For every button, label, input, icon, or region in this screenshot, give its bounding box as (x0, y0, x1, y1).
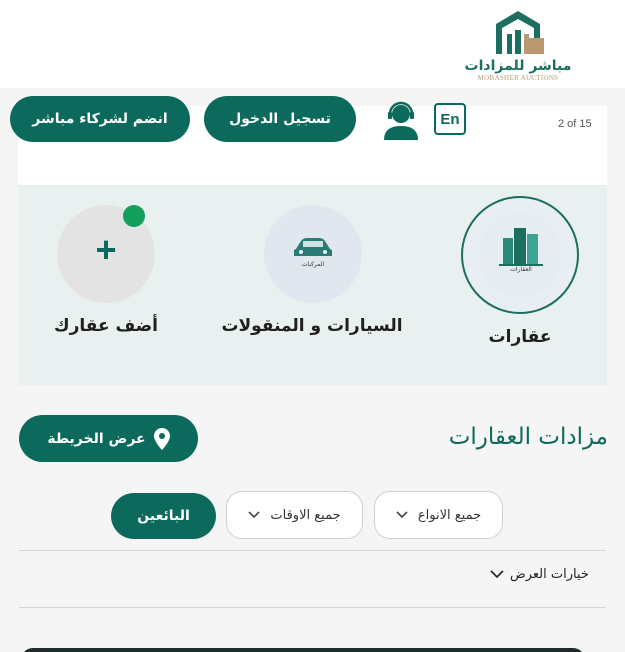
login-button[interactable]: تسجيل الدخول (204, 96, 356, 142)
vehicles-mini-label: المركبات (301, 261, 325, 268)
brand-name: مباشر للمزادات (464, 58, 572, 74)
notification-dot (123, 205, 145, 227)
top-bar: مباشر للمزادات MOBASHER AUCTIONS (0, 0, 625, 88)
divider-top (19, 550, 606, 551)
language-toggle-button[interactable]: En (434, 103, 466, 135)
brand-logo[interactable]: مباشر للمزادات MOBASHER AUCTIONS (458, 8, 578, 84)
time-filter-dropdown[interactable]: جميع الاوقات (226, 491, 363, 539)
show-map-label: عرض الخريطة (47, 430, 146, 447)
car-icon (294, 238, 332, 256)
chevron-down-icon (396, 511, 408, 519)
category-label-vehicles[interactable]: السيارات و المنقولات (212, 316, 412, 336)
carousel-pager: 2 of 15 (558, 118, 592, 130)
support-agent-icon[interactable] (380, 100, 422, 140)
category-label-add-property[interactable]: أضف عقارك (46, 316, 166, 336)
plus-icon: + (95, 229, 117, 270)
category-vehicles[interactable]: المركبات (264, 205, 362, 303)
chevron-down-icon (248, 511, 260, 519)
time-filter-value: جميع الاوقات (270, 507, 341, 523)
view-options-label: خيارات العرض (510, 566, 589, 582)
type-filter-value: جميع الانواع (417, 507, 482, 523)
auction-card-preview[interactable] (21, 648, 585, 652)
app-root: مباشر للمزادات MOBASHER AUCTIONS انضم لش… (0, 0, 625, 652)
chevron-down-icon (490, 569, 504, 578)
section-title: مزادات العقارات (448, 424, 608, 450)
type-filter-dropdown[interactable]: جميع الانواع (374, 491, 503, 539)
real-estate-mini-label: العقارات (510, 266, 532, 273)
brand-subtitle: MOBASHER AUCTIONS (477, 74, 559, 82)
logo-mark-icon (496, 11, 544, 54)
join-partners-button[interactable]: انضم لشركاء مباشر (10, 96, 190, 142)
category-label-real-estate[interactable]: عقارات (470, 327, 570, 347)
show-map-button[interactable]: عرض الخريطة (19, 415, 198, 462)
view-options-toggle[interactable]: خيارات العرض (490, 562, 607, 586)
divider-bottom (19, 607, 606, 608)
sellers-filter-button[interactable]: البائعين (111, 493, 216, 539)
buildings-icon (499, 228, 543, 266)
map-pin-icon (153, 427, 170, 450)
category-real-estate[interactable]: العقارات (461, 196, 579, 314)
